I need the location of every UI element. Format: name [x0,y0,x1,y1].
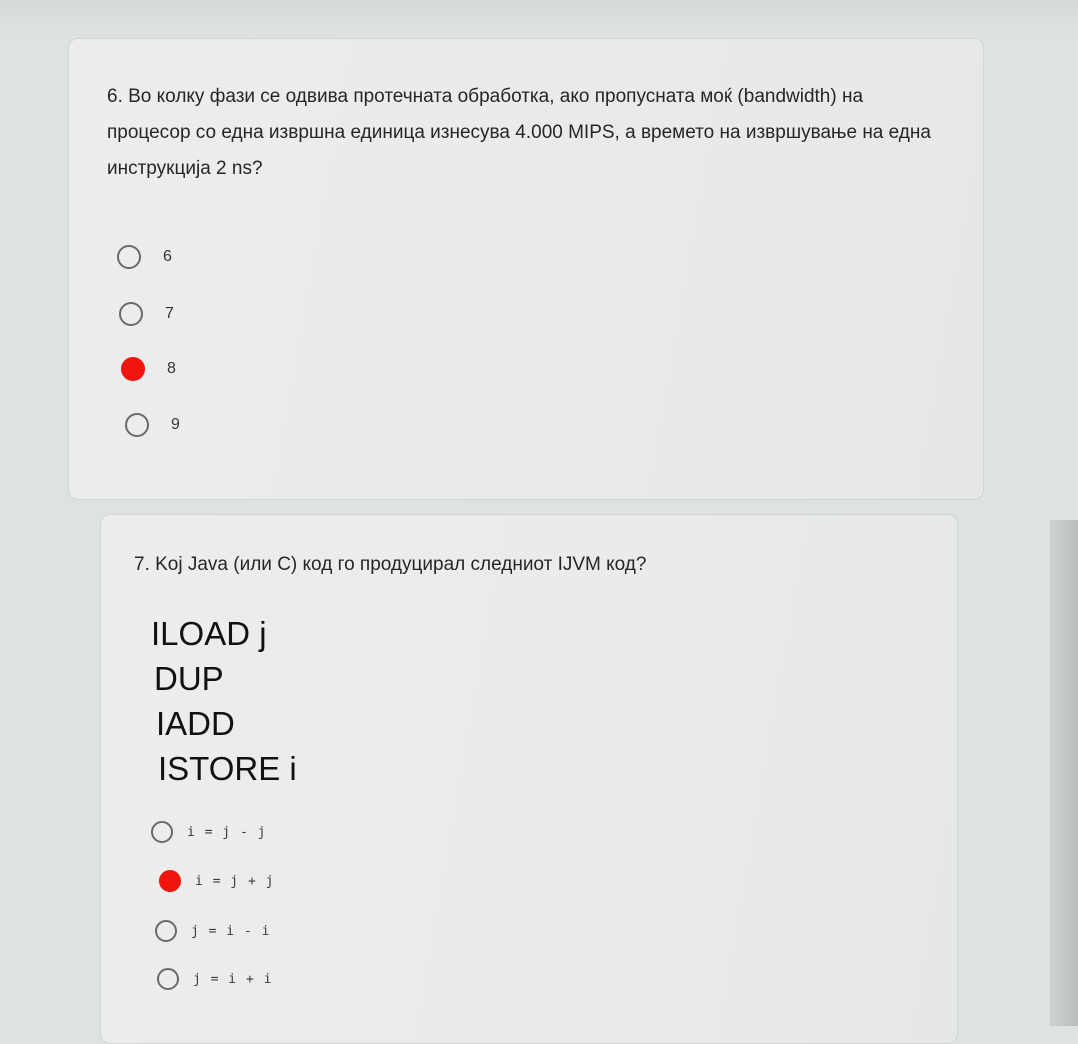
page-backdrop [0,0,1078,40]
radio-empty-icon[interactable] [151,821,173,843]
option-j-equals-i-plus-i[interactable]: j = i + i [157,968,272,990]
radio-filled-icon[interactable] [159,870,181,892]
question-card-7: 7. Koj Java (или C) код го продуцирал сл… [100,514,958,1044]
code-line: DUP [154,660,224,697]
code-line: IADD [156,705,235,742]
radio-empty-icon[interactable] [155,920,177,942]
option-8[interactable]: 8 [121,357,176,381]
screen-edge [1050,520,1078,1026]
radio-empty-icon[interactable] [157,968,179,990]
option-label: 8 [167,360,176,377]
radio-filled-icon[interactable] [121,357,145,381]
option-7[interactable]: 7 [119,302,174,326]
option-label: 9 [171,416,180,433]
option-9[interactable]: 9 [125,413,180,437]
option-label: i = j - j [187,824,267,840]
ijvm-code-block: ILOAD j DUP IADD ISTORE i [151,611,297,791]
question-text: 6. Во колку фази се одвива протечната об… [107,86,931,179]
code-line: ILOAD j [151,615,267,652]
question-card-6: 6. Во колку фази се одвива протечната об… [68,38,984,500]
option-i-equals-j-plus-j[interactable]: i = j + j [159,870,274,892]
option-label: 7 [165,305,174,322]
option-6[interactable]: 6 [117,245,172,269]
option-i-equals-j-minus-j[interactable]: i = j - j [151,821,266,843]
option-j-equals-i-minus-i[interactable]: j = i - i [155,920,270,942]
radio-empty-icon[interactable] [117,245,141,269]
option-label: i = j + j [195,873,275,889]
radio-empty-icon[interactable] [125,413,149,437]
option-label: j = i - i [191,923,271,939]
option-label: j = i + i [193,971,273,987]
option-label: 6 [163,248,172,265]
radio-empty-icon[interactable] [119,302,143,326]
question-text: 7. Koj Java (или C) код го продуцирал сл… [134,554,647,575]
code-line: ISTORE i [158,750,297,787]
